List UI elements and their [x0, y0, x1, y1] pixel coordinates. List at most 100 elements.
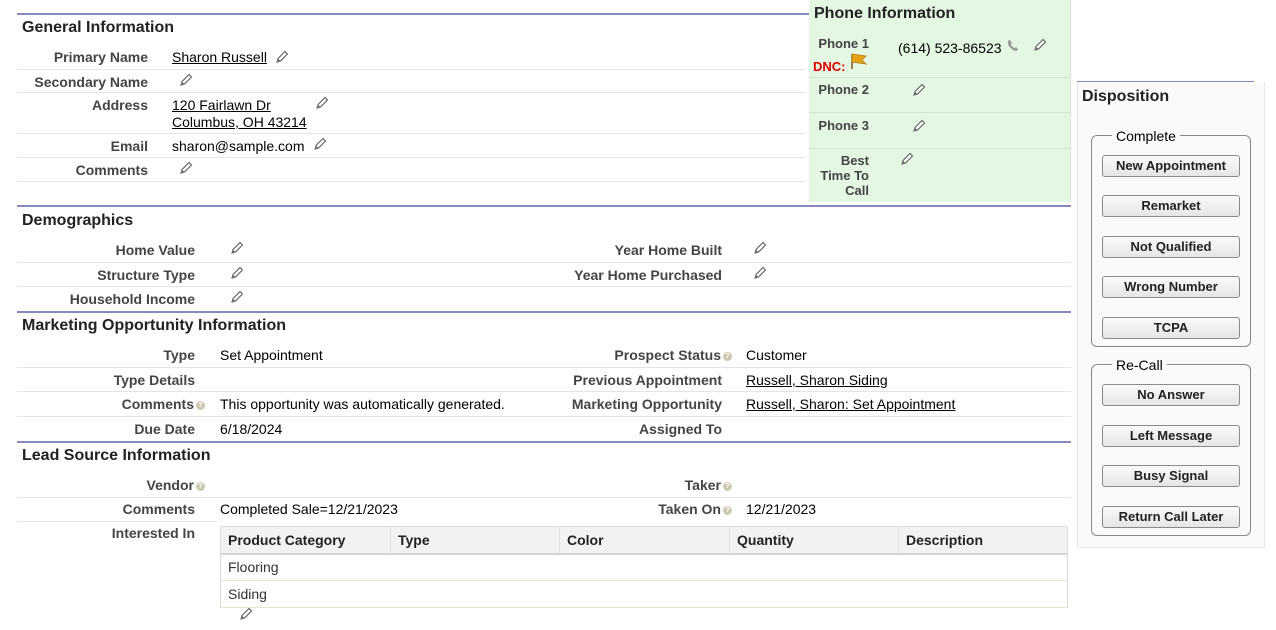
phone1-value[interactable]: (614) 523-86523 [898, 40, 1002, 56]
structure-type-label: Structure Type [97, 267, 195, 283]
address-line1-link[interactable]: 120 Fairlawn Dr [172, 97, 271, 113]
taker-label-text: Taker [684, 477, 721, 493]
table-row[interactable]: Flooring [220, 553, 1068, 581]
vendor-label: Vendor? [20, 477, 205, 493]
dnc-label: DNC: [813, 59, 846, 74]
no-answer-button[interactable]: No Answer [1102, 384, 1240, 406]
best-time-label-line1: Best [840, 153, 869, 168]
marketing-comments-value: This opportunity was automatically gener… [220, 396, 505, 412]
secondary-name-label: Secondary Name [34, 74, 148, 90]
edit-phone1-icon[interactable] [1032, 37, 1048, 53]
general-comments-label: Comments [75, 162, 148, 178]
disposition-section-title: Disposition [1082, 88, 1170, 105]
table-cell [390, 553, 560, 581]
taker-help-icon[interactable]: ? [723, 481, 732, 491]
general-section-title: General Information [22, 19, 175, 36]
email-label: Email [110, 138, 148, 154]
left-message-button[interactable]: Left Message [1102, 425, 1240, 447]
edit-interested-in-icon[interactable] [238, 606, 254, 622]
edit-secondary-name-icon[interactable] [178, 72, 194, 88]
household-income-label: Household Income [69, 291, 195, 307]
edit-address-icon[interactable] [314, 95, 330, 111]
due-date-label: Due Date [134, 421, 195, 437]
edit-phone3-icon[interactable] [911, 118, 927, 134]
edit-primary-name-icon[interactable] [274, 49, 290, 65]
marketing-row-divider [17, 367, 1071, 368]
edit-phone2-icon[interactable] [911, 82, 927, 98]
lead-row-divider [17, 497, 1071, 498]
col-product-category[interactable]: Product Category [220, 526, 391, 555]
marketing-section-title: Marketing Opportunity Information [22, 317, 286, 334]
prospect-status-label: Prospect Status? [500, 347, 732, 363]
edit-year-built-icon[interactable] [752, 240, 768, 256]
marketing-comments-label-text: Comments [121, 396, 194, 412]
address-line2-link[interactable]: Columbus, OH 43214 [172, 114, 307, 130]
table-cell [390, 580, 560, 608]
general-row-divider [17, 133, 805, 134]
primary-name-label: Primary Name [53, 49, 148, 65]
general-row-divider [17, 181, 805, 182]
wrong-number-button[interactable]: Wrong Number [1102, 276, 1240, 298]
recall-legend: Re-Call [1112, 357, 1167, 373]
table-header-row: Product Category Type Color Quantity Des… [220, 526, 1068, 555]
table-cell: Siding [220, 580, 391, 608]
assigned-to-label: Assigned To [639, 421, 722, 437]
email-value: sharon@sample.com [172, 138, 305, 154]
taken-on-help-icon[interactable]: ? [723, 505, 732, 515]
type-label: Type [163, 347, 195, 363]
edit-year-purchased-icon[interactable] [752, 265, 768, 281]
prospect-status-help-icon[interactable]: ? [723, 351, 732, 361]
col-description[interactable]: Description [898, 526, 1068, 555]
return-call-later-button[interactable]: Return Call Later [1102, 506, 1240, 528]
edit-home-value-icon[interactable] [229, 240, 245, 256]
vendor-help-icon[interactable]: ? [196, 481, 205, 491]
best-time-label-line2: Time To [820, 168, 869, 183]
table-cell [559, 580, 730, 608]
marketing-comments-help-icon[interactable]: ? [196, 400, 205, 410]
edit-best-time-icon[interactable] [899, 151, 915, 167]
lead-section-rule [17, 441, 1071, 443]
tcpa-button[interactable]: TCPA [1102, 317, 1240, 339]
busy-signal-button[interactable]: Busy Signal [1102, 465, 1240, 487]
year-purchased-label: Year Home Purchased [574, 267, 722, 283]
taken-on-label: Taken On? [500, 501, 732, 517]
marketing-row-divider [17, 391, 1071, 392]
taker-label: Taker? [500, 477, 732, 493]
new-appointment-button[interactable]: New Appointment [1102, 155, 1240, 177]
marketing-opportunity-label: Marketing Opportunity [571, 396, 722, 412]
primary-name-link[interactable]: Sharon Russell [172, 49, 267, 65]
marketing-opportunity-link[interactable]: Russell, Sharon: Set Appointment [746, 396, 955, 412]
type-value: Set Appointment [220, 347, 323, 363]
general-section-rule [17, 13, 809, 15]
lead-row-divider [17, 521, 217, 522]
not-qualified-button[interactable]: Not Qualified [1102, 236, 1240, 258]
edit-household-income-icon[interactable] [229, 289, 245, 305]
edit-general-comments-icon[interactable] [178, 160, 194, 176]
phone-information-panel: Phone Information Phone 1 DNC: (614) 523… [809, 0, 1071, 202]
marketing-row-divider [17, 416, 1071, 417]
complete-legend: Complete [1112, 128, 1180, 144]
remarket-button[interactable]: Remarket [1102, 195, 1240, 217]
phone-row-divider [809, 112, 1071, 113]
address-label: Address [91, 97, 148, 113]
interested-in-label: Interested In [111, 525, 195, 541]
col-type[interactable]: Type [390, 526, 560, 555]
col-color[interactable]: Color [559, 526, 730, 555]
call-phone1-icon[interactable] [1005, 38, 1021, 57]
general-row-divider [17, 157, 805, 158]
previous-appointment-link[interactable]: Russell, Sharon Siding [746, 372, 888, 388]
table-cell [898, 580, 1068, 608]
table-row[interactable]: Siding [220, 580, 1068, 608]
best-time-label-line3: Call [845, 183, 869, 198]
prospect-status-value: Customer [746, 347, 807, 363]
taken-on-label-text: Taken On [658, 501, 721, 517]
phone2-label: Phone 2 [818, 82, 869, 97]
home-value-label: Home Value [115, 242, 195, 258]
type-details-label: Type Details [113, 372, 195, 388]
col-quantity[interactable]: Quantity [729, 526, 899, 555]
edit-email-icon[interactable] [312, 136, 328, 152]
demographics-section-rule [17, 205, 1071, 207]
table-cell [729, 580, 899, 608]
table-cell: Flooring [220, 553, 391, 581]
edit-structure-type-icon[interactable] [229, 265, 245, 281]
